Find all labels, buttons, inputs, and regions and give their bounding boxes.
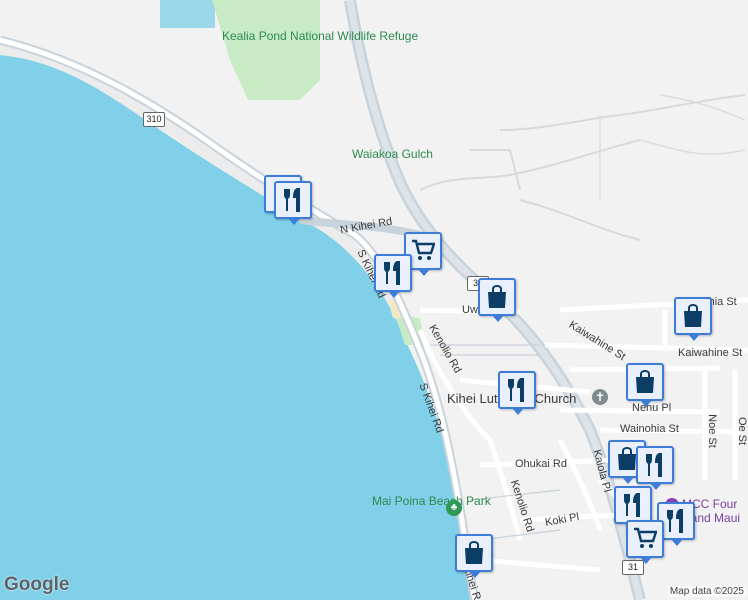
map-marker-grocery-cart[interactable] [626, 520, 664, 564]
kaiwahine-st-label-2: Kaiwahine St [678, 347, 743, 359]
map-marker-shopping-bag[interactable] [674, 297, 712, 341]
shopping-bag-icon [684, 303, 702, 327]
park-icon: ♣ [446, 500, 462, 516]
oe-st-label: Oe St [736, 416, 748, 446]
restaurant-icon [624, 493, 640, 517]
shopping-bag-icon [488, 284, 506, 308]
shopping-bag-icon [636, 369, 654, 393]
kealia-pond-label: Kealia Pond National Wildlife Refuge [222, 29, 418, 43]
map-marker-restaurant[interactable] [374, 254, 412, 298]
grocery-cart-icon [412, 239, 435, 260]
google-logo: Google [4, 574, 70, 595]
restaurant-icon [384, 261, 400, 285]
wainohia-st-label: Wainohia St [620, 423, 679, 435]
map-marker-restaurant[interactable] [614, 486, 652, 530]
route-310-shield: 310 [143, 112, 165, 127]
map-attribution[interactable]: Map data ©2025 [667, 586, 746, 597]
map-marker-shopping-bag[interactable] [626, 363, 664, 407]
church-icon: ✝ [592, 389, 608, 405]
restaurant-icon [284, 188, 300, 212]
grocery-cart-icon [634, 527, 657, 548]
waiakoa-gulch-label: Waiakoa Gulch [352, 147, 433, 161]
map-marker-shopping-bag[interactable] [478, 278, 516, 322]
restaurant-icon [646, 453, 662, 477]
map-canvas[interactable]: Kealia Pond National Wildlife Refuge Wai… [0, 0, 748, 600]
restaurant-icon [508, 378, 524, 402]
shopping-bag-icon [465, 540, 483, 564]
ohukai-rd-label: Ohukai Rd [515, 458, 567, 470]
map-marker-restaurant[interactable] [636, 446, 674, 490]
map-marker-restaurant[interactable] [274, 181, 312, 225]
restaurant-icon [667, 509, 683, 533]
noe-st-label: Noe St [705, 414, 718, 448]
map-marker-restaurant[interactable] [498, 371, 536, 415]
map-marker-shopping-bag[interactable] [455, 534, 493, 578]
mai-poina-beach-park-label: Mai Poina Beach Park [372, 494, 491, 508]
